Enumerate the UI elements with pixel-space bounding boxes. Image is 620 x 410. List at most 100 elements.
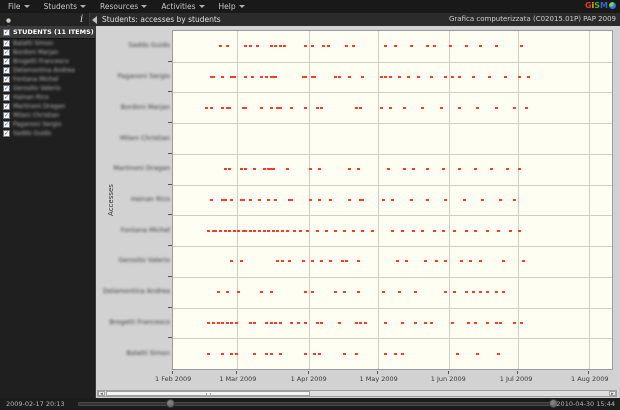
student-checkbox[interactable]: ✓ (3, 103, 10, 110)
title-bar: i Students: accesses by students Grafica… (0, 13, 620, 29)
month-gridline (448, 31, 450, 369)
menu-file[interactable]: File (8, 2, 30, 11)
info-icon[interactable]: i (80, 13, 83, 26)
sidebar-toolbar: i (0, 13, 90, 29)
y-axis-tick (168, 214, 172, 216)
student-checkbox[interactable]: ✓ (3, 130, 10, 137)
access-data-point (407, 76, 411, 79)
time-slider-track[interactable] (78, 402, 552, 406)
access-data-point (258, 229, 262, 232)
access-data-point (432, 229, 436, 232)
student-checkbox[interactable]: ✓ (3, 121, 10, 128)
access-data-point (441, 168, 445, 171)
y-axis-student-label: Saddo Guido (128, 41, 170, 50)
student-checkbox[interactable]: ✓ (3, 94, 10, 101)
student-name: Milani Christian (13, 112, 60, 119)
access-data-point (497, 352, 501, 355)
scrollbar-grip-icon (206, 393, 211, 396)
access-data-point (212, 76, 216, 79)
access-data-point (343, 291, 347, 294)
access-data-point (386, 168, 390, 171)
menu-resources[interactable]: Resources (100, 2, 148, 11)
access-data-point (513, 199, 517, 201)
chevron-down-icon (238, 5, 245, 8)
scrollbar-left-arrow-icon[interactable]: ◂ (98, 391, 105, 397)
student-list: ✓ Balatti Simon ✓ Bordoni Marjan ✓ Brogetti F… (0, 39, 95, 138)
access-data-point (228, 229, 232, 232)
collapse-sidebar-icon[interactable] (92, 16, 97, 24)
menu-students[interactable]: Students (44, 2, 86, 11)
menu-bar: File Students Resources Activities Help GiSM (0, 0, 620, 13)
select-all-checkbox[interactable]: ✓ (3, 28, 10, 36)
student-list-item[interactable]: ✓ Saddo Guido (0, 129, 95, 138)
student-list-item[interactable]: ✓ Hainan Rico (0, 93, 95, 102)
access-data-point (232, 229, 236, 232)
access-data-point (487, 76, 491, 79)
y-axis-student-label: Bordoni Marjan (120, 102, 170, 111)
y-axis-tick (168, 122, 172, 124)
access-data-point (244, 168, 248, 171)
access-data-point (315, 229, 319, 232)
student-list-item[interactable]: ✓ Paganoni Sergio (0, 120, 95, 129)
logo-letter: G (584, 1, 592, 10)
access-data-point (338, 321, 342, 324)
access-data-point (271, 168, 275, 171)
time-slider-start-handle[interactable] (166, 399, 175, 408)
access-data-point (304, 106, 307, 109)
student-checkbox[interactable]: ✓ (3, 85, 10, 92)
access-data-point (345, 45, 349, 48)
student-list-item[interactable]: ✓ Fontana Michel (0, 75, 95, 84)
range-end-time: 2010-04-30 15:44 (556, 400, 615, 408)
access-data-point (522, 260, 526, 263)
access-data-point (508, 229, 512, 232)
student-list-item[interactable]: ✓ Bordoni Marjan (0, 48, 95, 57)
menu-activities[interactable]: Activities (161, 2, 205, 11)
student-checkbox[interactable]: ✓ (3, 76, 10, 83)
student-checkbox[interactable]: ✓ (3, 49, 10, 56)
student-list-item[interactable]: ✓ Balatti Simon (0, 39, 95, 48)
access-data-point (485, 291, 489, 294)
accesses-scatter-plot[interactable] (172, 30, 613, 370)
access-data-point (478, 260, 482, 263)
student-checkbox[interactable]: ✓ (3, 112, 10, 119)
student-list-item[interactable]: ✓ Brogetti Francesco (0, 57, 95, 66)
student-list-item[interactable]: ✓ Milani Christian (0, 111, 95, 120)
access-data-point (517, 168, 521, 171)
view-title: Students: accesses by students (102, 15, 221, 24)
access-data-point (382, 199, 386, 201)
access-data-point (379, 106, 383, 109)
menu-help[interactable]: Help (219, 2, 245, 11)
access-data-point (212, 321, 216, 324)
y-axis-student-label: Gerosito Valerio (118, 256, 170, 265)
student-checkbox[interactable]: ✓ (3, 67, 10, 74)
student-checkbox[interactable]: ✓ (3, 40, 10, 47)
access-data-point (228, 168, 232, 171)
student-name: Saddo Guido (13, 130, 52, 137)
access-data-point (423, 260, 427, 263)
scrollbar-thumb[interactable] (106, 391, 310, 396)
student-list-item[interactable]: ✓ Delamontina Andrea (0, 66, 95, 75)
student-list-item[interactable]: ✓ Martinoni Dragan (0, 102, 95, 111)
x-axis-tick-label: 1 May 2009 (359, 375, 398, 383)
month-gridline (589, 31, 591, 369)
students-header-label: STUDENTS (11 ITEMS) (13, 28, 94, 36)
students-header-row[interactable]: ✓ STUDENTS (11 ITEMS) (0, 26, 95, 39)
access-data-point (467, 321, 471, 324)
access-data-point (313, 352, 317, 355)
student-list-item[interactable]: ✓ Gerosito Valerio (0, 84, 95, 93)
access-data-point (205, 106, 209, 109)
access-data-point (425, 168, 429, 171)
scrollbar-right-arrow-icon[interactable]: ▸ (609, 391, 616, 397)
chart-horizontal-scrollbar[interactable]: ◂ ▸ (97, 390, 617, 397)
student-checkbox[interactable]: ✓ (3, 58, 10, 65)
y-axis-student-label: Delamontina Andrea (103, 287, 170, 296)
access-data-point (444, 76, 448, 79)
access-data-point (432, 45, 436, 48)
access-data-point (343, 229, 347, 232)
access-data-point (412, 168, 416, 171)
access-data-point (414, 321, 418, 324)
access-data-point (216, 291, 220, 294)
y-axis-student-label: Fontana Michel (120, 225, 170, 234)
access-data-point (393, 352, 397, 355)
access-data-point (287, 260, 291, 263)
